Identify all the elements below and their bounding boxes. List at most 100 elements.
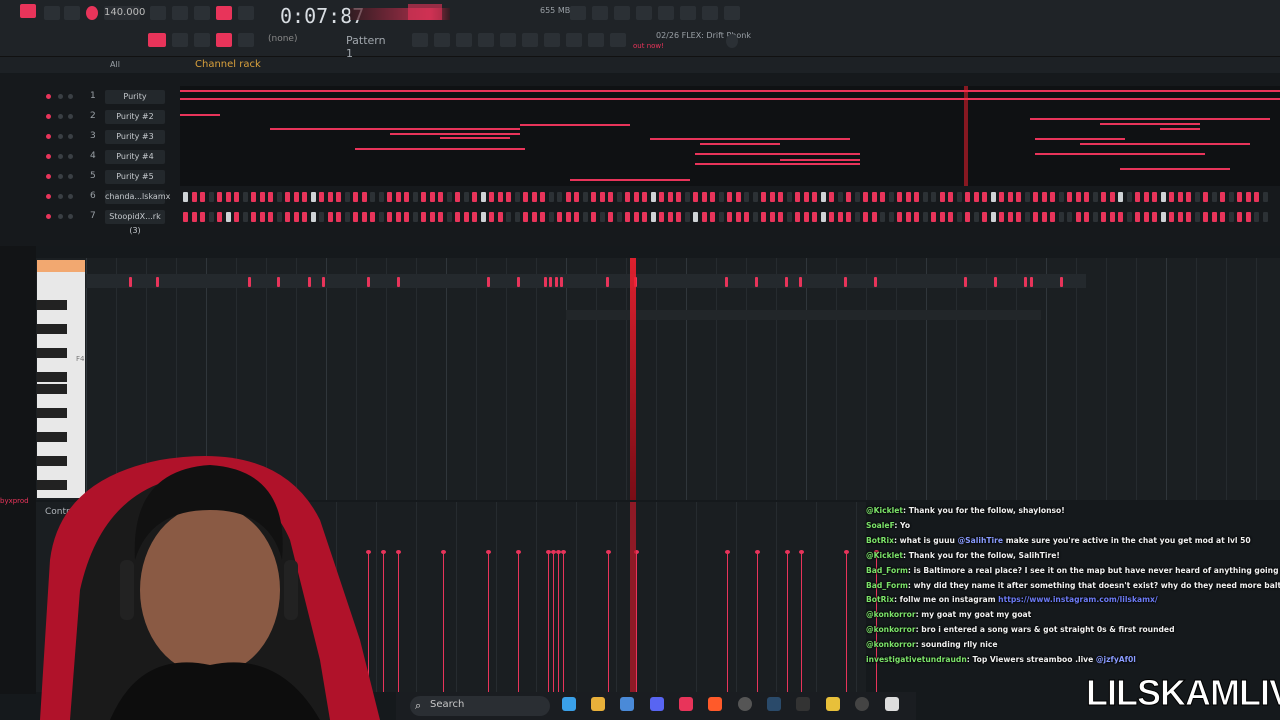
step-button[interactable] — [1177, 212, 1183, 222]
mixer-view-icon[interactable] — [478, 33, 494, 47]
step-button[interactable] — [905, 212, 911, 222]
piano-roll-note[interactable] — [322, 277, 325, 287]
step-button[interactable] — [1211, 212, 1217, 222]
step-button[interactable] — [1016, 192, 1021, 202]
piano-roll-note[interactable] — [397, 277, 400, 287]
snap-selector[interactable]: (none) — [268, 34, 297, 44]
piano-roll-note[interactable] — [555, 277, 558, 287]
step-button[interactable] — [489, 192, 494, 202]
step-button[interactable] — [684, 212, 690, 222]
step-button[interactable] — [1262, 192, 1268, 202]
step-button[interactable] — [1211, 192, 1217, 202]
velocity-bar[interactable] — [488, 552, 489, 692]
piano-roll-note[interactable] — [277, 277, 280, 287]
step-button[interactable] — [582, 212, 588, 222]
step-button[interactable] — [336, 212, 341, 222]
pattern-selector[interactable]: Pattern 1 — [346, 34, 392, 60]
step-button[interactable] — [1118, 192, 1123, 202]
step-button[interactable] — [633, 212, 639, 222]
velocity-bar[interactable] — [787, 552, 788, 692]
channel-pan-knob[interactable] — [58, 214, 63, 219]
step-button[interactable] — [565, 212, 571, 222]
fl-studio-icon[interactable] — [679, 697, 693, 711]
step-button[interactable] — [982, 212, 987, 222]
velocity-bar[interactable] — [518, 552, 519, 692]
step-button[interactable] — [208, 212, 214, 222]
step-button[interactable] — [1092, 212, 1098, 222]
step-button[interactable] — [608, 212, 613, 222]
channel-name-button[interactable]: Purity #2 — [105, 110, 165, 124]
step-button[interactable] — [438, 192, 443, 202]
step-button[interactable] — [948, 212, 953, 222]
store-icon[interactable] — [620, 697, 634, 711]
step-button[interactable] — [497, 212, 503, 222]
step-button[interactable] — [650, 212, 656, 222]
step-button[interactable] — [897, 192, 902, 202]
calendar-icon[interactable] — [885, 697, 899, 711]
step-button[interactable] — [1135, 192, 1140, 202]
step-button[interactable] — [285, 212, 290, 222]
step-button[interactable] — [727, 192, 732, 202]
step-button[interactable] — [336, 192, 341, 202]
step-button[interactable] — [1058, 212, 1064, 222]
step-button[interactable] — [999, 212, 1004, 222]
step-button[interactable] — [242, 212, 248, 222]
plugin-picker-icon[interactable] — [522, 33, 538, 47]
step-button[interactable] — [795, 192, 800, 202]
step-button[interactable] — [395, 212, 401, 222]
step-button[interactable] — [1126, 212, 1132, 222]
step-button[interactable] — [480, 192, 486, 202]
chat-icon[interactable] — [702, 6, 718, 20]
channel-active-led[interactable] — [46, 94, 51, 99]
step-button[interactable] — [191, 212, 197, 222]
velocity-bar[interactable] — [443, 552, 444, 692]
step-button[interactable] — [727, 212, 732, 222]
velocity-handle[interactable] — [844, 550, 849, 554]
step-button[interactable] — [506, 212, 511, 222]
copilot-icon[interactable] — [562, 697, 576, 711]
step-button[interactable] — [1203, 212, 1208, 222]
channel-name-button[interactable]: StoopidX...rk (3) — [105, 210, 165, 235]
step-button[interactable] — [939, 212, 945, 222]
wait-input-icon[interactable] — [216, 6, 232, 20]
step-button[interactable] — [531, 192, 537, 202]
channel-volume-knob[interactable] — [68, 214, 73, 219]
step-button[interactable] — [548, 192, 554, 202]
step-button[interactable] — [625, 212, 630, 222]
step-button[interactable] — [463, 212, 469, 222]
step-button[interactable] — [659, 192, 664, 202]
step-button[interactable] — [684, 192, 690, 202]
step-button[interactable] — [1152, 212, 1157, 222]
step-button[interactable] — [710, 192, 715, 202]
piano-roll-note[interactable] — [725, 277, 728, 287]
step-button[interactable] — [370, 192, 375, 202]
channel-row[interactable]: 1 Purity — [40, 88, 180, 106]
step-button[interactable] — [574, 192, 579, 202]
step-button[interactable] — [523, 192, 528, 202]
step-button[interactable] — [1058, 192, 1064, 202]
step-button[interactable] — [1050, 192, 1055, 202]
step-edit-icon[interactable] — [194, 6, 210, 20]
step-button[interactable] — [608, 192, 613, 202]
step-button[interactable] — [871, 212, 877, 222]
velocity-bar[interactable] — [801, 552, 802, 692]
step-button[interactable] — [701, 192, 707, 202]
step-button[interactable] — [667, 192, 673, 202]
velocity-handle[interactable] — [441, 550, 446, 554]
step-button[interactable] — [931, 192, 936, 202]
step-button[interactable] — [990, 192, 996, 202]
black-key[interactable] — [37, 300, 67, 310]
piano-roll-note[interactable] — [487, 277, 490, 287]
step-button[interactable] — [931, 212, 936, 222]
step-button[interactable] — [412, 212, 418, 222]
step-button[interactable] — [880, 212, 885, 222]
download-icon[interactable] — [724, 6, 740, 20]
step-button[interactable] — [1186, 212, 1191, 222]
velocity-handle[interactable] — [561, 550, 566, 554]
step-button[interactable] — [514, 212, 520, 222]
channel-active-led[interactable] — [46, 194, 51, 199]
velocity-bar[interactable] — [727, 552, 728, 692]
step-button[interactable] — [446, 192, 452, 202]
step-button[interactable] — [752, 192, 758, 202]
step-button[interactable] — [1109, 212, 1115, 222]
